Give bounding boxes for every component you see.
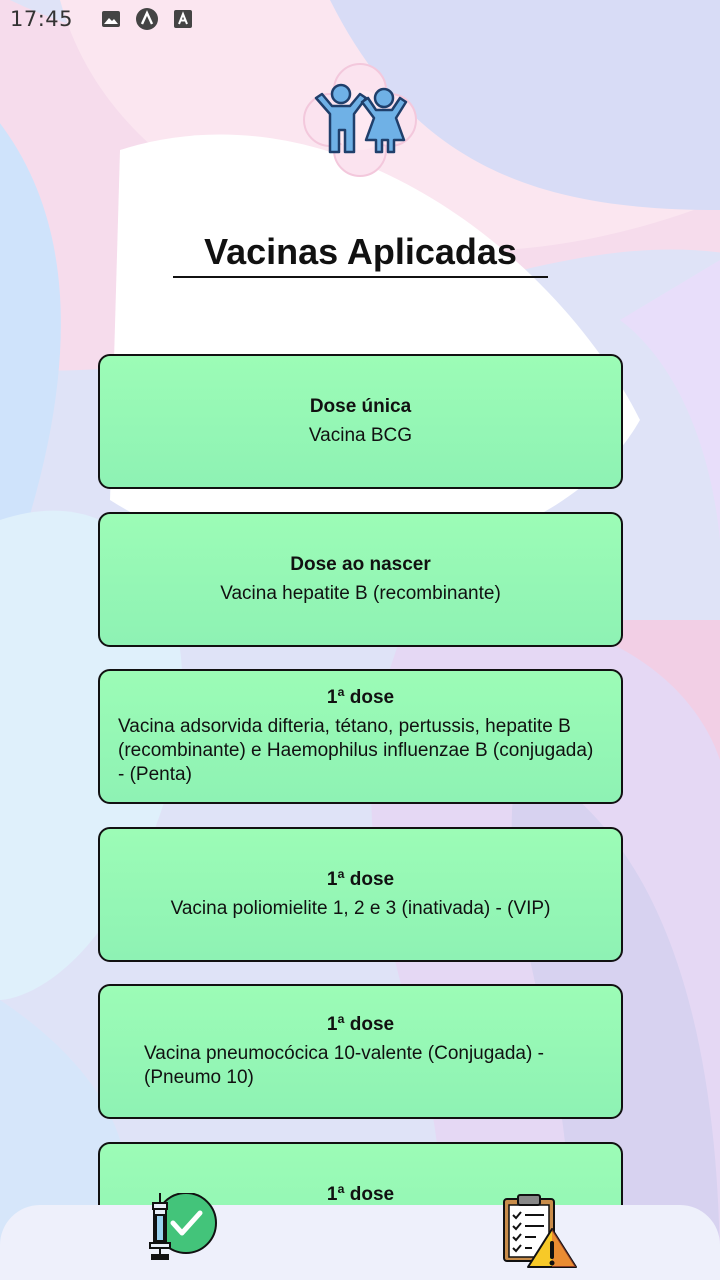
vaccine-card[interactable]: 1ª dose Vacina poliomielite 1, 2 e 3 (in… [98, 827, 623, 962]
vaccine-card[interactable]: 1ª dose Vacina adsorvida difteria, tétan… [98, 669, 623, 804]
clipboard-warning-icon [503, 1194, 577, 1268]
status-bar: 17:45 [0, 0, 720, 38]
pending-vaccines-nav-button[interactable] [500, 1193, 580, 1273]
status-time: 17:45 [10, 7, 74, 31]
vaccine-name: Vacina BCG [308, 424, 413, 446]
app-a-icon [135, 7, 159, 31]
vaccine-card[interactable]: 1ª dose Vacina pneumocócica 10-valente (… [98, 984, 623, 1119]
font-a-icon [171, 7, 195, 31]
vaccine-card[interactable]: Dose única Vacina BCG [98, 354, 623, 489]
dose-label: Dose ao nascer [290, 553, 431, 575]
bottom-nav [0, 1192, 720, 1280]
dose-label: Dose única [309, 395, 412, 417]
vaccine-name: Vacina pneumocócica 10-valente (Conjugad… [144, 1042, 544, 1088]
gallery-icon [99, 7, 123, 31]
dose-label: 1ª dose [326, 868, 395, 890]
vaccine-name: Vacina poliomielite 1, 2 e 3 (inativada)… [170, 897, 551, 919]
vaccine-card[interactable]: Dose ao nascer Vacina hepatite B (recomb… [98, 512, 623, 647]
dose-label: 1ª dose [326, 686, 395, 708]
applied-vaccines-nav-button[interactable] [140, 1192, 220, 1273]
vaccine-name: Vacina adsorvida difteria, tétano, pertu… [118, 715, 594, 785]
vaccine-name: Vacina hepatite B (recombinante) [220, 582, 501, 604]
children-logo [298, 58, 422, 182]
dose-label: 1ª dose [326, 1013, 395, 1035]
syringe-check-icon [149, 1192, 217, 1260]
page-title: Vacinas Aplicadas [173, 228, 548, 278]
dose-label: 1ª dose [326, 1184, 395, 1205]
